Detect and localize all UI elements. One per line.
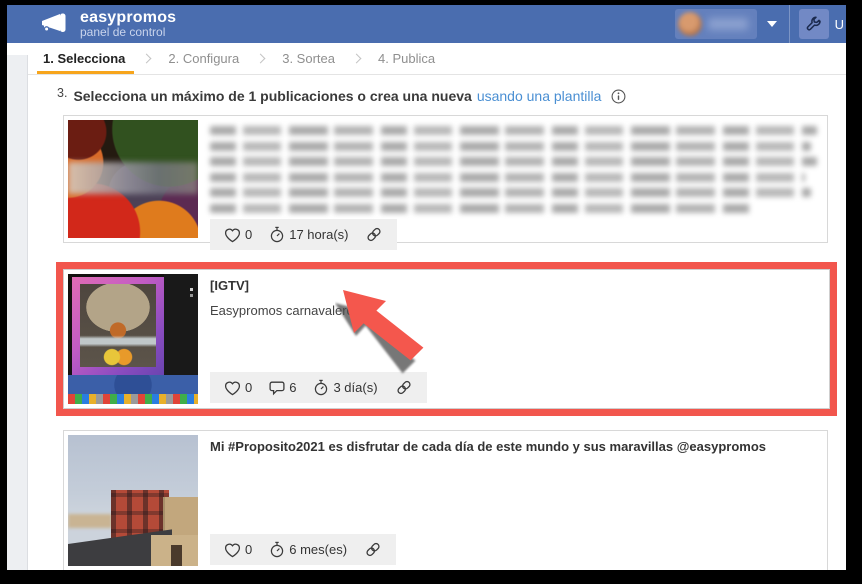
permalink-stat[interactable] — [364, 225, 384, 244]
app-subtitle: panel de control — [80, 26, 176, 39]
link-icon — [363, 540, 383, 559]
dark-panel — [164, 274, 198, 377]
post-stats: 0 6 — [210, 372, 427, 403]
settings-button[interactable] — [799, 9, 829, 39]
time-stat: 6 mes(es) — [268, 540, 347, 559]
caption-redacted — [210, 126, 817, 219]
avatar — [678, 12, 702, 36]
post-title: [IGTV] — [210, 278, 819, 294]
heading-step-number: 3. — [57, 86, 67, 100]
tab-configura[interactable]: 2. Configura — [165, 43, 242, 74]
carnival-frame — [72, 277, 164, 376]
chevron-right-icon — [256, 54, 266, 64]
tab-selecciona[interactable]: 1. Selecciona — [40, 43, 128, 74]
heart-icon — [223, 379, 242, 397]
blue-banner — [68, 375, 198, 395]
door — [171, 545, 183, 566]
comments-stat: 6 — [268, 379, 296, 397]
app-title: easypromos — [80, 10, 176, 26]
post-title: Mi #Proposito2021 es disfrutar de cada d… — [210, 439, 817, 455]
content-area: 3. Selecciona un máximo de 1 publicacion… — [7, 88, 846, 570]
post-thumbnail — [68, 120, 198, 238]
stopwatch-icon — [268, 225, 286, 244]
app-header: easypromos panel de control U — [7, 5, 846, 43]
stopwatch-icon — [268, 540, 286, 559]
distant-buildings — [68, 514, 112, 528]
heading-text: Selecciona un máximo de 1 publicaciones … — [73, 88, 471, 104]
tab-publica[interactable]: 4. Publica — [375, 43, 438, 74]
likes-stat: 0 — [223, 541, 252, 559]
publication-card-1[interactable]: 0 17 hora(s) — [63, 115, 828, 243]
heart-icon — [223, 541, 242, 559]
dock-bar — [68, 394, 198, 404]
username-redacted — [708, 18, 748, 30]
chevron-right-icon — [352, 54, 362, 64]
time-stat: 3 día(s) — [312, 378, 377, 397]
link-icon — [394, 378, 414, 397]
blurred-overlay — [68, 162, 198, 194]
person-photo — [80, 284, 156, 366]
section-heading: 3. Selecciona un máximo de 1 publicacion… — [57, 88, 828, 104]
post-body: 0 17 hora(s) — [210, 120, 817, 238]
info-icon[interactable] — [611, 89, 626, 104]
step-wizard-nav: 1. Selecciona 2. Configura 3. Sortea 4. … — [7, 43, 846, 75]
post-stats: 0 17 hora(s) — [210, 219, 397, 250]
wrench-icon — [805, 16, 822, 33]
post-body: [IGTV] Easypromos carnavalero 0 — [210, 274, 819, 404]
permalink-stat[interactable] — [394, 378, 414, 397]
app-window: easypromos panel de control U — [7, 5, 846, 570]
use-template-link[interactable]: usando una plantilla — [477, 88, 602, 104]
post-thumbnail — [68, 435, 198, 566]
heart-icon — [223, 226, 242, 244]
cropped-user-text: U — [835, 17, 844, 32]
tab-sortea[interactable]: 3. Sortea — [279, 43, 338, 74]
brand-logo[interactable]: easypromos panel de control — [38, 10, 176, 39]
likes-stat: 0 — [223, 379, 252, 397]
likes-stat: 0 — [223, 226, 252, 244]
permalink-stat[interactable] — [363, 540, 383, 559]
publication-card-3[interactable]: Mi #Proposito2021 es disfrutar de cada d… — [63, 430, 828, 570]
time-stat: 17 hora(s) — [268, 225, 348, 244]
publication-card-2[interactable]: [IGTV] Easypromos carnavalero 0 — [63, 269, 830, 409]
header-divider — [789, 5, 790, 43]
post-body: Mi #Proposito2021 es disfrutar de cada d… — [210, 435, 817, 566]
post-subtitle: Easypromos carnavalero — [210, 303, 819, 318]
post-thumbnail — [68, 274, 198, 404]
comment-icon — [268, 379, 286, 397]
post-stats: 0 6 mes(es) — [210, 534, 396, 565]
chevron-right-icon — [142, 54, 152, 64]
megaphone-icon — [38, 12, 68, 36]
screenshot-frame: easypromos panel de control U — [0, 0, 862, 584]
left-gutter — [7, 55, 28, 570]
link-icon — [364, 225, 384, 244]
selected-publication-highlight: [IGTV] Easypromos carnavalero 0 — [56, 262, 837, 416]
chevron-down-icon — [767, 21, 777, 27]
stopwatch-icon — [312, 378, 330, 397]
user-account-chip[interactable] — [675, 9, 757, 39]
